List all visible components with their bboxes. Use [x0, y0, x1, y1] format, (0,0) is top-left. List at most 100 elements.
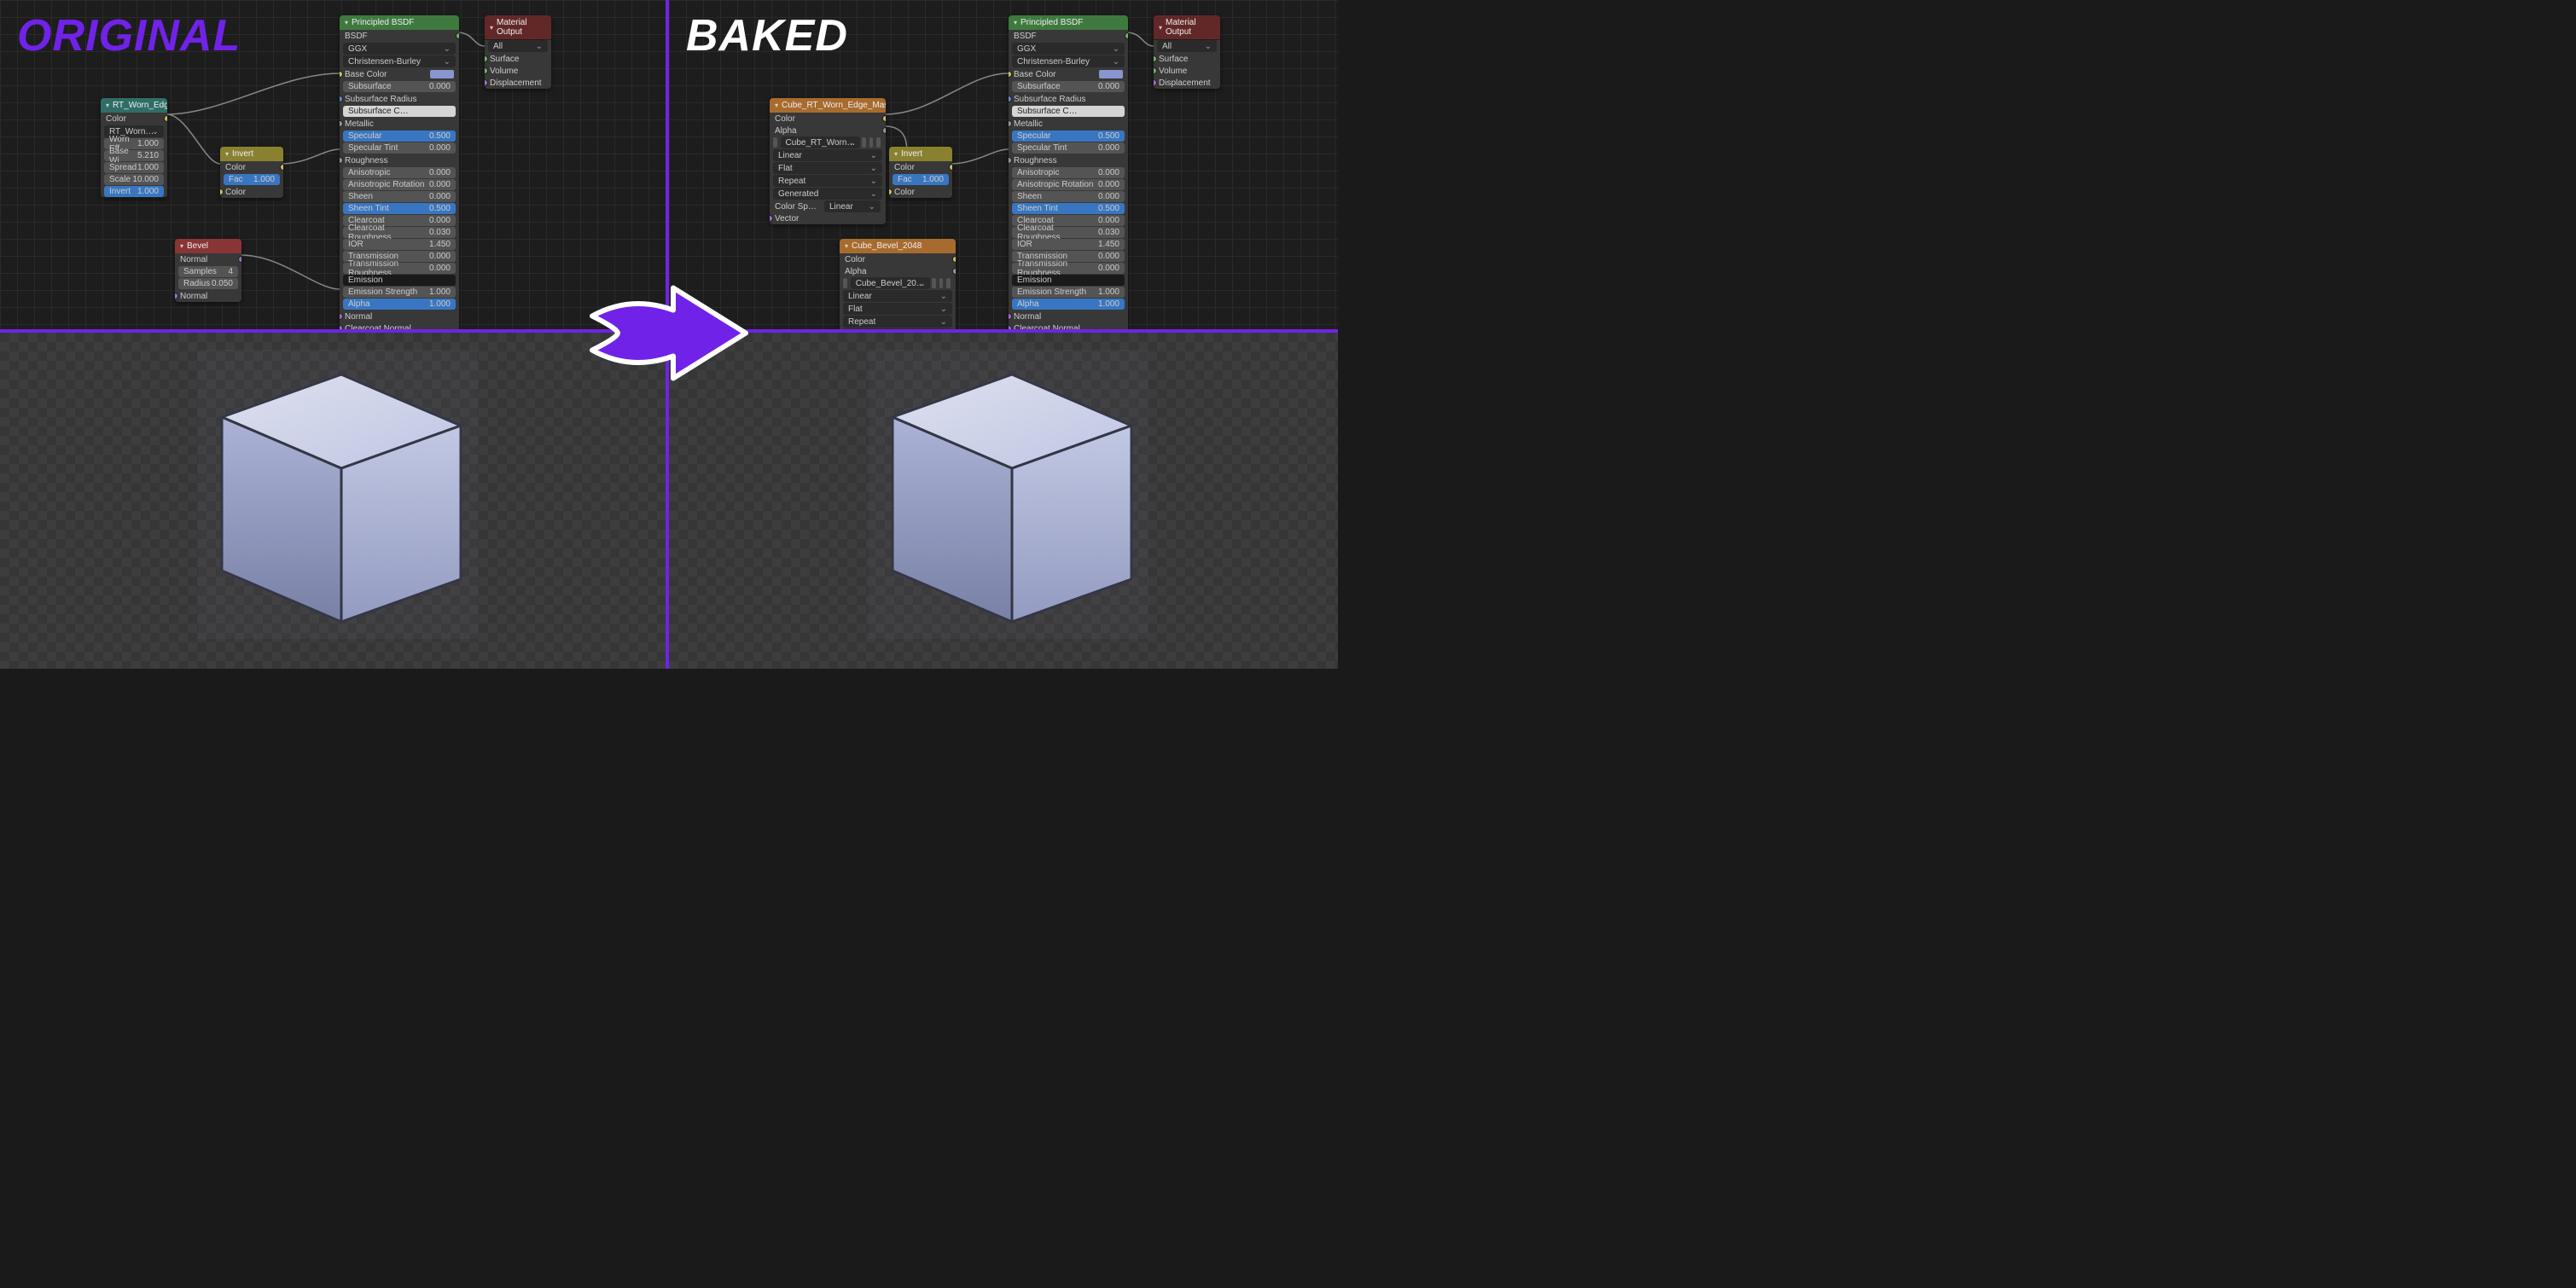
- slider-emit-str[interactable]: Emission Strength1.000: [1012, 287, 1125, 298]
- socket-base-color[interactable]: Base Color: [340, 68, 459, 80]
- open-icon[interactable]: [869, 137, 874, 148]
- select-distribution[interactable]: GGX: [1012, 43, 1125, 55]
- socket-normal[interactable]: Normal: [340, 310, 459, 322]
- slider-sheen[interactable]: Sheen0.000: [1012, 191, 1125, 202]
- slider-radius[interactable]: Radius0.050: [178, 278, 238, 289]
- socket-color-out[interactable]: Color: [889, 161, 952, 173]
- node-image-mask[interactable]: ▾Cube_RT_Worn_Edge_Mask_2048 Color Alpha…: [770, 98, 886, 224]
- node-bevel[interactable]: ▾Bevel Normal Samples4 Radius0.050 Norma…: [175, 239, 241, 302]
- select-interp[interactable]: Linear: [773, 149, 882, 161]
- node-material-output[interactable]: ▾Material Output All Surface Volume Disp…: [1154, 15, 1220, 89]
- slider-sss-color[interactable]: Subsurface C…: [1012, 106, 1125, 117]
- slider-ior[interactable]: IOR1.450: [1012, 239, 1125, 250]
- slider-basew[interactable]: Base Wi5.210: [104, 150, 164, 161]
- slider-aniso-rot[interactable]: Anisotropic Rotation0.000: [1012, 179, 1125, 190]
- select-ext[interactable]: Repeat: [843, 316, 952, 328]
- slider-samples[interactable]: Samples4: [178, 266, 238, 277]
- panel-original-nodes[interactable]: ORIGINAL ▾RT_Worn_Edge… Color RT_Worn… W…: [0, 0, 669, 333]
- socket-normal[interactable]: Normal: [1009, 310, 1128, 322]
- node-material-output[interactable]: ▾Material Output All Surface Volume Disp…: [485, 15, 551, 89]
- socket-surface[interactable]: Surface: [485, 53, 551, 65]
- image-browse[interactable]: Cube_RT_Worn…: [770, 136, 886, 148]
- socket-alpha-out[interactable]: Alpha: [770, 125, 886, 136]
- select-distribution[interactable]: GGX: [343, 43, 456, 55]
- close-icon[interactable]: [946, 278, 951, 288]
- slider-alpha[interactable]: Alpha1.000: [1012, 299, 1125, 310]
- node-rt-group[interactable]: ▾RT_Worn_Edge… Color RT_Worn… Worn Eff1.…: [101, 98, 167, 198]
- slider-alpha[interactable]: Alpha1.000: [343, 299, 456, 310]
- socket-normal-out[interactable]: Normal: [175, 253, 241, 265]
- socket-color-out[interactable]: Color: [101, 113, 167, 125]
- slider-sheen-tint[interactable]: Sheen Tint0.500: [1012, 203, 1125, 214]
- slider-invert[interactable]: Invert1.000: [104, 186, 164, 197]
- select-target[interactable]: All: [488, 40, 548, 52]
- panel-original-render[interactable]: [0, 333, 669, 669]
- socket-displacement[interactable]: Displacement: [1154, 77, 1220, 89]
- slider-spread[interactable]: Spread1.000: [104, 162, 164, 173]
- socket-displacement[interactable]: Displacement: [485, 77, 551, 89]
- node-header[interactable]: ▾Material Output: [1154, 15, 1220, 39]
- node-principled-bsdf[interactable]: ▾Principled BSDF BSDF GGX Christensen-Bu…: [1009, 15, 1128, 333]
- socket-sss-radius[interactable]: Subsurface Radius: [1009, 93, 1128, 105]
- slider-cc-rough[interactable]: Clearcoat Roughness0.030: [343, 227, 456, 238]
- slider-emit-str[interactable]: Emission Strength1.000: [343, 287, 456, 298]
- slider-trans-rough[interactable]: Transmission Roughness0.000: [343, 263, 456, 274]
- socket-bsdf-out[interactable]: BSDF: [1009, 30, 1128, 42]
- node-header[interactable]: ▾Cube_Bevel_2048: [840, 239, 956, 253]
- select-interp[interactable]: Linear: [843, 290, 952, 302]
- slider-aniso[interactable]: Anisotropic0.000: [1012, 167, 1125, 178]
- color-swatch[interactable]: [430, 70, 454, 78]
- slider-cc-rough[interactable]: Clearcoat Roughness0.030: [1012, 227, 1125, 238]
- select-ext[interactable]: Repeat: [773, 175, 882, 187]
- node-header[interactable]: ▾Principled BSDF: [340, 15, 459, 30]
- socket-roughness[interactable]: Roughness: [340, 154, 459, 166]
- node-invert[interactable]: ▾Invert Color Fac1.000 Color: [220, 147, 283, 198]
- socket-cc-normal[interactable]: Clearcoat Normal: [340, 322, 459, 333]
- slider-specular[interactable]: Specular0.500: [343, 131, 456, 142]
- socket-color-out[interactable]: Color: [220, 161, 283, 173]
- slider-spec-tint[interactable]: Specular Tint0.000: [343, 142, 456, 154]
- slider-spec-tint[interactable]: Specular Tint0.000: [1012, 142, 1125, 154]
- socket-metallic[interactable]: Metallic: [1009, 118, 1128, 130]
- slider-trans-rough[interactable]: Transmission Roughness0.000: [1012, 263, 1125, 274]
- node-header[interactable]: ▾Principled BSDF: [1009, 15, 1128, 30]
- node-header[interactable]: ▾Invert: [889, 147, 952, 161]
- slider-aniso-rot[interactable]: Anisotropic Rotation0.000: [343, 179, 456, 190]
- slider-specular[interactable]: Specular0.500: [1012, 131, 1125, 142]
- socket-surface[interactable]: Surface: [1154, 53, 1220, 65]
- slider-emission[interactable]: Emission: [343, 275, 456, 286]
- image-browse[interactable]: Cube_Bevel_20…: [840, 277, 956, 289]
- node-invert[interactable]: ▾Invert Color Fac1.000 Color: [889, 147, 952, 198]
- socket-base-color[interactable]: Base Color: [1009, 68, 1128, 80]
- node-image-bevel[interactable]: ▾Cube_Bevel_2048 Color Alpha Cube_Bevel_…: [840, 239, 956, 333]
- socket-cc-normal[interactable]: Clearcoat Normal: [1009, 322, 1128, 333]
- slider-subsurface[interactable]: Subsurface0.000: [343, 81, 456, 92]
- slider-fac[interactable]: Fac1.000: [224, 174, 280, 185]
- socket-metallic[interactable]: Metallic: [340, 118, 459, 130]
- slider-sheen-tint[interactable]: Sheen Tint0.500: [343, 203, 456, 214]
- node-header[interactable]: ▾Cube_RT_Worn_Edge_Mask_2048: [770, 98, 886, 113]
- node-principled-bsdf[interactable]: ▾Principled BSDF BSDF GGX Christensen-Bu…: [340, 15, 459, 333]
- slider-sss-color[interactable]: Subsurface C…: [343, 106, 456, 117]
- socket-normal-in[interactable]: Normal: [175, 290, 241, 302]
- select-proj[interactable]: Flat: [843, 303, 952, 315]
- select-proj[interactable]: Flat: [773, 162, 882, 174]
- socket-color-in[interactable]: Color: [220, 186, 283, 198]
- slider-subsurface[interactable]: Subsurface0.000: [1012, 81, 1125, 92]
- node-header[interactable]: ▾Invert: [220, 147, 283, 161]
- socket-alpha-out[interactable]: Alpha: [840, 265, 956, 277]
- select-source[interactable]: Generated: [773, 188, 882, 200]
- select-target[interactable]: All: [1157, 40, 1217, 52]
- socket-sss-radius[interactable]: Subsurface Radius: [340, 93, 459, 105]
- socket-color-out[interactable]: Color: [770, 113, 886, 125]
- close-icon[interactable]: [876, 137, 881, 148]
- socket-vector[interactable]: Vector: [770, 212, 886, 224]
- slider-sheen[interactable]: Sheen0.000: [343, 191, 456, 202]
- socket-bsdf-out[interactable]: BSDF: [340, 30, 459, 42]
- socket-color-out[interactable]: Color: [840, 253, 956, 265]
- socket-volume[interactable]: Volume: [1154, 65, 1220, 77]
- color-swatch[interactable]: [1099, 70, 1123, 78]
- slider-ior[interactable]: IOR1.450: [343, 239, 456, 250]
- slider-aniso[interactable]: Anisotropic0.000: [343, 167, 456, 178]
- node-header[interactable]: ▾Material Output: [485, 15, 551, 39]
